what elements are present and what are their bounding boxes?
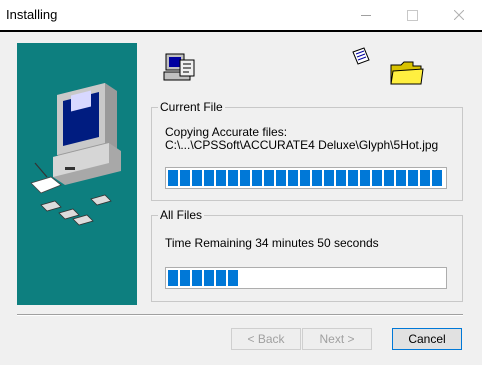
computer-illustration [30,83,121,226]
back-button[interactable]: < Back [231,328,301,350]
progress-block [180,170,190,186]
progress-block [216,270,226,286]
progress-block [312,170,322,186]
all-files-progress-bar [165,267,447,289]
progress-block [408,170,418,186]
progress-block [192,170,202,186]
progress-block [192,270,202,286]
progress-block [252,170,262,186]
progress-block [168,270,178,286]
dialog-client: Current File Copying Accurate files: C:\… [0,30,482,365]
progress-block [396,170,406,186]
progress-block [168,170,178,186]
title-bar: Installing [0,0,482,30]
setup-computer-icon [163,53,195,81]
maximize-button[interactable] [389,0,435,30]
progress-block [360,170,370,186]
close-icon [454,10,464,20]
progress-block [288,170,298,186]
progress-block [432,170,442,186]
progress-block [264,170,274,186]
all-files-progress-fill [168,270,238,286]
button-separator [17,314,463,316]
copying-status-text: Copying Accurate files: [165,125,288,139]
time-remaining-text: Time Remaining 34 minutes 50 seconds [165,236,379,250]
progress-block [372,170,382,186]
side-banner [17,43,137,305]
all-files-label: All Files [158,208,205,222]
progress-block [276,170,286,186]
minimize-button[interactable] [343,0,389,30]
window-title: Installing [6,7,58,22]
progress-block [228,170,238,186]
cancel-button[interactable]: Cancel [392,328,462,350]
title-separator [0,30,482,32]
current-file-progress-bar [165,167,447,189]
document-icon [352,47,370,65]
close-button[interactable] [436,0,482,30]
next-button[interactable]: Next > [302,328,372,350]
current-file-label: Current File [158,100,225,114]
folder-icon [390,61,424,85]
progress-block [216,170,226,186]
maximize-icon [406,9,418,21]
progress-block [384,170,394,186]
current-file-progress-fill [168,170,442,186]
progress-block [180,270,190,286]
progress-block [204,270,214,286]
progress-block [204,170,214,186]
progress-block [420,170,430,186]
progress-block [324,170,334,186]
progress-block [228,270,238,286]
progress-block [300,170,310,186]
current-file-path: C:\...\CPSSoft\ACCURATE4 Deluxe\Glyph\5H… [165,138,439,152]
minimize-icon [361,14,371,16]
progress-block [348,170,358,186]
progress-block [240,170,250,186]
progress-block [336,170,346,186]
